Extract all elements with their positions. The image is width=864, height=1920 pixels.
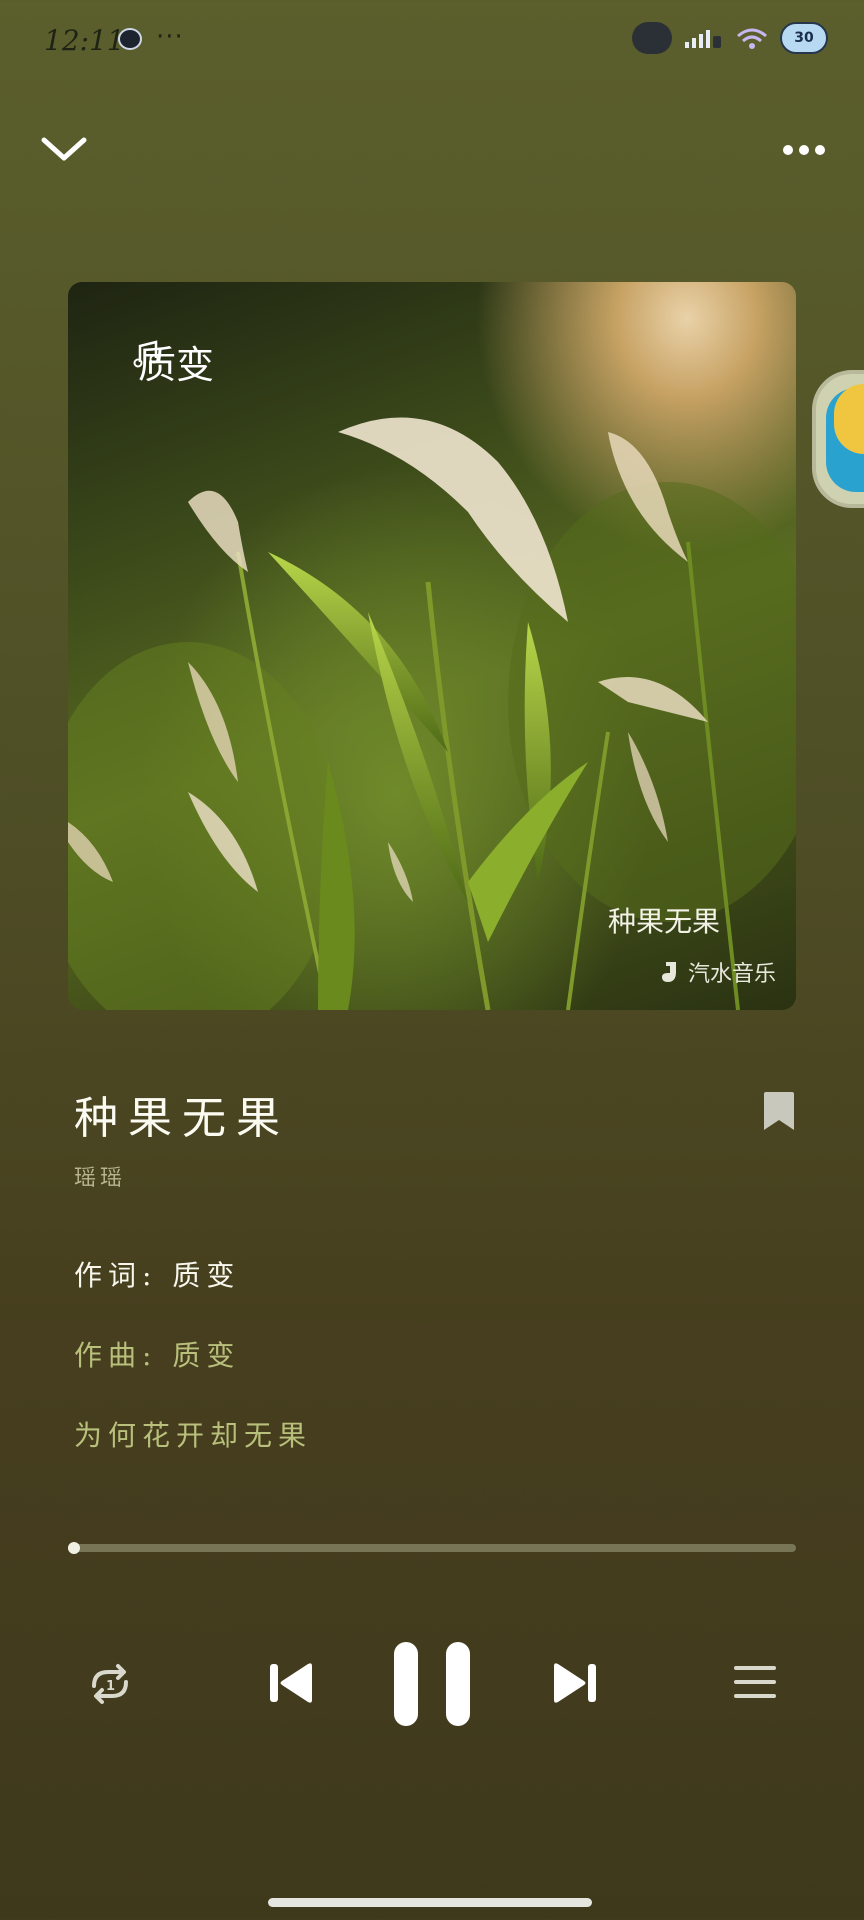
playback-controls: 1	[0, 1630, 864, 1740]
signal-icon	[682, 22, 724, 54]
watermark-text: 汽水音乐	[687, 961, 776, 986]
previous-button[interactable]	[268, 1660, 316, 1706]
more-notifications-icon: ···	[156, 22, 184, 52]
skip-next-icon	[554, 1663, 596, 1703]
album-cover[interactable]: 质变 种果无果 汽水音乐	[68, 282, 796, 1010]
playlist-button[interactable]	[732, 1662, 778, 1702]
app-watermark: 汽水音乐	[660, 956, 776, 988]
bookmark-button[interactable]	[762, 1090, 796, 1132]
more-dots-icon	[783, 145, 825, 155]
notification-icon	[118, 28, 142, 50]
pause-icon	[394, 1642, 470, 1726]
skip-previous-icon	[270, 1663, 312, 1703]
floating-assistant-widget[interactable]	[812, 370, 864, 508]
next-button[interactable]	[550, 1660, 598, 1706]
lyric-line[interactable]: 为何花开却无果	[74, 1414, 312, 1454]
status-indicators: 30	[632, 22, 828, 54]
soda-music-logo-icon	[661, 962, 676, 982]
artist-name[interactable]: 瑶瑶	[74, 1160, 126, 1192]
album-art-song-name: 种果无果	[607, 905, 720, 938]
progress-thumb[interactable]	[68, 1542, 80, 1554]
cat-status-icon	[632, 22, 672, 54]
svg-text:1: 1	[106, 1679, 115, 1694]
album-art-title: 质变	[138, 343, 215, 387]
bookmark-icon	[764, 1092, 794, 1130]
wifi-icon	[734, 22, 770, 54]
status-bar: 12:11 ··· 30	[0, 0, 864, 90]
progress-bar[interactable]	[68, 1542, 796, 1554]
collapse-button[interactable]	[34, 124, 94, 172]
song-title: 种果无果	[74, 1093, 290, 1144]
pause-button[interactable]	[392, 1640, 472, 1728]
chevron-down-icon	[41, 137, 87, 161]
playlist-icon	[734, 1666, 776, 1698]
lyric-line[interactable]: 作曲: 质变	[74, 1334, 240, 1374]
lyric-line[interactable]: 作词: 质变	[74, 1254, 240, 1294]
repeat-one-button[interactable]: 1	[84, 1658, 136, 1710]
home-indicator[interactable]	[268, 1898, 592, 1907]
more-options-button[interactable]	[774, 130, 834, 170]
status-time: 12:11	[44, 24, 125, 57]
repeat-one-icon: 1	[92, 1664, 128, 1704]
player-top-bar	[0, 110, 864, 190]
battery-icon: 30	[780, 22, 828, 54]
